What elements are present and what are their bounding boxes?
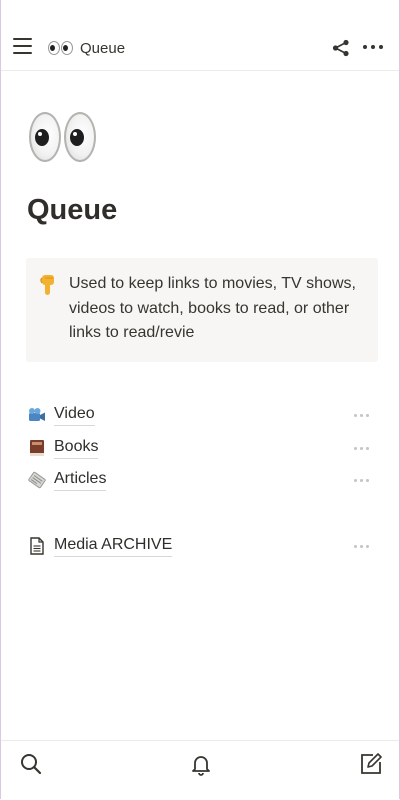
eyes-icon [48, 41, 73, 55]
eye-right-icon [64, 112, 96, 162]
share-icon[interactable] [332, 39, 350, 57]
compose-icon[interactable] [359, 752, 383, 776]
callout-block[interactable]: Used to keep links to movies, TV shows, … [26, 258, 378, 362]
page-link-articles[interactable]: Articles [28, 466, 378, 494]
page-link-media-archive[interactable]: Media ARCHIVE [28, 532, 378, 560]
callout-text: Used to keep links to movies, TV shows, … [69, 275, 356, 341]
page-link-books[interactable]: Books [28, 434, 378, 462]
bottom-bar [1, 740, 399, 800]
page-link-label: Articles [54, 470, 107, 491]
more-icon[interactable] [354, 479, 370, 482]
bell-icon[interactable] [189, 752, 213, 776]
page-title[interactable]: Queue [27, 194, 117, 227]
book-icon [28, 439, 46, 457]
pointing-down-icon [39, 274, 57, 296]
document-icon [28, 537, 46, 555]
top-bar: Queue [1, 0, 399, 71]
page-link-label: Video [54, 405, 95, 426]
newspaper-icon [28, 471, 46, 489]
movie-camera-icon [28, 406, 46, 424]
page-link-video[interactable]: Video [28, 401, 378, 429]
eye-left-icon [29, 112, 61, 162]
more-icon[interactable] [354, 447, 370, 450]
page-link-label: Media ARCHIVE [54, 536, 173, 557]
page-icon-eyes[interactable] [29, 112, 101, 168]
menu-icon[interactable] [13, 38, 33, 56]
breadcrumb[interactable]: Queue [48, 36, 125, 60]
search-icon[interactable] [19, 752, 43, 776]
more-horizontal-icon[interactable] [363, 45, 385, 51]
breadcrumb-title: Queue [80, 39, 126, 57]
more-icon[interactable] [354, 545, 370, 548]
more-icon[interactable] [354, 414, 370, 417]
page-link-label: Books [54, 438, 99, 459]
